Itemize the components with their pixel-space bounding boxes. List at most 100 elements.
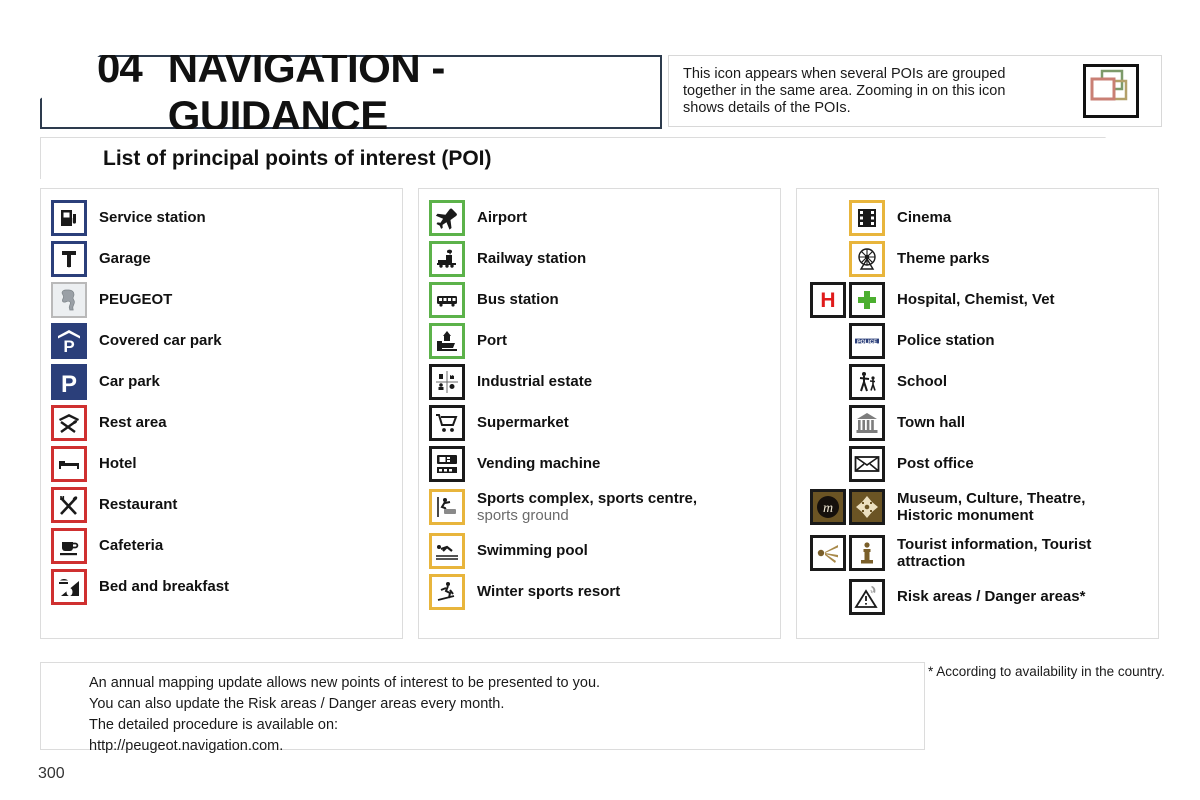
poi-label-main: Sports complex, sports centre, (477, 490, 698, 507)
poi-row-industrial-estate: Industrial estate (419, 361, 780, 402)
industrial-estate-icon (429, 363, 465, 400)
green-cross-icon (849, 281, 885, 318)
hospital-h-icon: H (810, 281, 846, 318)
poi-row-cinema: Cinema (797, 197, 1158, 238)
parking-icon: P (51, 363, 87, 400)
shopping-cart-icon (429, 404, 465, 441)
footer-line-3: The detailed procedure is available on: (89, 717, 339, 733)
poi-label: Garage (99, 250, 151, 267)
footer-line-1: An annual mapping update allows new poin… (89, 675, 601, 691)
poi-column-3: Cinema Theme parks H Hospital, Chemist, … (796, 188, 1159, 639)
poi-label-line2: Historic monument (897, 507, 1034, 524)
poi-row-vending-machine: Vending machine (419, 443, 780, 484)
train-icon (429, 240, 465, 277)
poi-label: Rest area (99, 414, 167, 431)
sports-complex-icon (429, 489, 465, 525)
poi-label: Risk areas / Danger areas* (897, 588, 1086, 605)
poi-label: Town hall (897, 414, 966, 431)
update-info-box: An annual mapping update allows new poin… (40, 662, 925, 754)
grouped-poi-info-box: This icon appears when several POIs are … (668, 55, 1162, 127)
tourist-info-icon (849, 535, 885, 571)
poi-label: Service station (99, 209, 206, 226)
poi-row-swimming-pool: Swimming pool (419, 530, 780, 571)
poi-label: Airport (477, 209, 527, 226)
poi-columns: Service station Garage PEUGEOT P Covered… (40, 188, 1160, 639)
covered-parking-icon: P (51, 322, 87, 359)
poi-label: Covered car park (99, 332, 222, 349)
peugeot-lion-icon (51, 281, 87, 318)
poi-label: PEUGEOT (99, 291, 173, 308)
grouped-pois-icon (1083, 64, 1139, 118)
poi-label: Cafeteria (99, 537, 164, 554)
poi-label: Car park (99, 373, 160, 390)
swimmer-icon (429, 532, 465, 569)
poi-row-sports-complex: Sports complex, sports centre, sports gr… (419, 484, 780, 530)
poi-row-port: Port (419, 320, 780, 361)
chapter-title-box: 04 NAVIGATION - GUIDANCE (40, 55, 662, 129)
poi-row-peugeot: PEUGEOT (41, 279, 402, 320)
rest-area-icon (51, 404, 87, 441)
poi-row-bus-station: Bus station (419, 279, 780, 320)
town-hall-icon (849, 404, 885, 441)
svg-text:m: m (823, 501, 833, 516)
port-ship-icon (429, 322, 465, 359)
poi-row-post-office: Post office (797, 443, 1158, 484)
poi-row-winter-sports-resort: Winter sports resort (419, 571, 780, 612)
ferris-wheel-icon (849, 240, 885, 277)
wrench-icon (51, 240, 87, 277)
poi-label: Tourist information, Tourist attraction (885, 536, 1091, 570)
poi-row-tourist-information: Tourist information, Tourist attraction (797, 530, 1158, 576)
poi-row-theme-parks: Theme parks (797, 238, 1158, 279)
svg-text:H: H (820, 289, 835, 312)
poi-row-supermarket: Supermarket (419, 402, 780, 443)
poi-row-railway-station: Railway station (419, 238, 780, 279)
poi-label: Port (477, 332, 507, 349)
page-header: 04 NAVIGATION - GUIDANCE This icon appea… (0, 55, 1200, 129)
poi-row-service-station: Service station (41, 197, 402, 238)
poi-row-cafeteria: Cafeteria (41, 525, 402, 566)
poi-label: Industrial estate (477, 373, 593, 390)
poi-label: Supermarket (477, 414, 569, 431)
skier-icon (429, 573, 465, 610)
poi-label-line2: attraction (897, 553, 966, 570)
poi-label: Swimming pool (477, 542, 588, 559)
school-crossing-icon (849, 363, 885, 400)
grouped-poi-info-text: This icon appears when several POIs are … (683, 65, 1006, 116)
page-title: List of principal points of interest (PO… (103, 147, 492, 170)
section-banner: List of principal points of interest (PO… (40, 137, 1160, 179)
poi-label: Hospital, Chemist, Vet (897, 291, 1055, 308)
poi-label: Sports complex, sports centre, sports gr… (465, 490, 697, 524)
poi-label: Cinema (897, 209, 952, 226)
film-reel-icon (849, 199, 885, 236)
poi-label: Post office (897, 455, 974, 472)
poi-row-museum-culture-theatre: m Museum, Culture, Theatre, Historic mon… (797, 484, 1158, 530)
poi-label: School (897, 373, 948, 390)
poi-row-airport: Airport (419, 197, 780, 238)
poi-row-town-hall: Town hall (797, 402, 1158, 443)
svg-text:POLICE: POLICE (857, 339, 877, 345)
poi-row-car-park: P Car park (41, 361, 402, 402)
poi-row-restaurant: Restaurant (41, 484, 402, 525)
tourist-attraction-icon (810, 535, 846, 571)
poi-row-police-station: POLICE Police station (797, 320, 1158, 361)
police-sign-icon: POLICE (849, 322, 885, 359)
poi-label-sub: sports ground (477, 507, 569, 524)
availability-footnote: * According to availability in the count… (928, 664, 1165, 679)
fuel-pump-icon (51, 199, 87, 236)
bed-breakfast-icon (51, 568, 87, 605)
airplane-icon (429, 199, 465, 236)
poi-column-2: Airport Railway station Bus station Port (418, 188, 781, 639)
poi-row-hospital-chemist-vet: H Hospital, Chemist, Vet (797, 279, 1158, 320)
poi-row-covered-car-park: P Covered car park (41, 320, 402, 361)
poi-label: Bed and breakfast (99, 578, 230, 595)
svg-text:P: P (63, 337, 74, 355)
chapter-number: 04 (97, 44, 143, 91)
coffee-cup-icon (51, 527, 87, 564)
poi-row-garage: Garage (41, 238, 402, 279)
poi-row-risk-areas: Risk areas / Danger areas* (797, 576, 1158, 617)
poi-label: Museum, Culture, Theatre, Historic monum… (885, 490, 1085, 524)
svg-text:P: P (61, 371, 77, 396)
poi-label: Vending machine (477, 455, 601, 472)
historic-monument-icon (849, 489, 885, 525)
poi-label-main: Tourist information, Tourist (897, 536, 1092, 553)
